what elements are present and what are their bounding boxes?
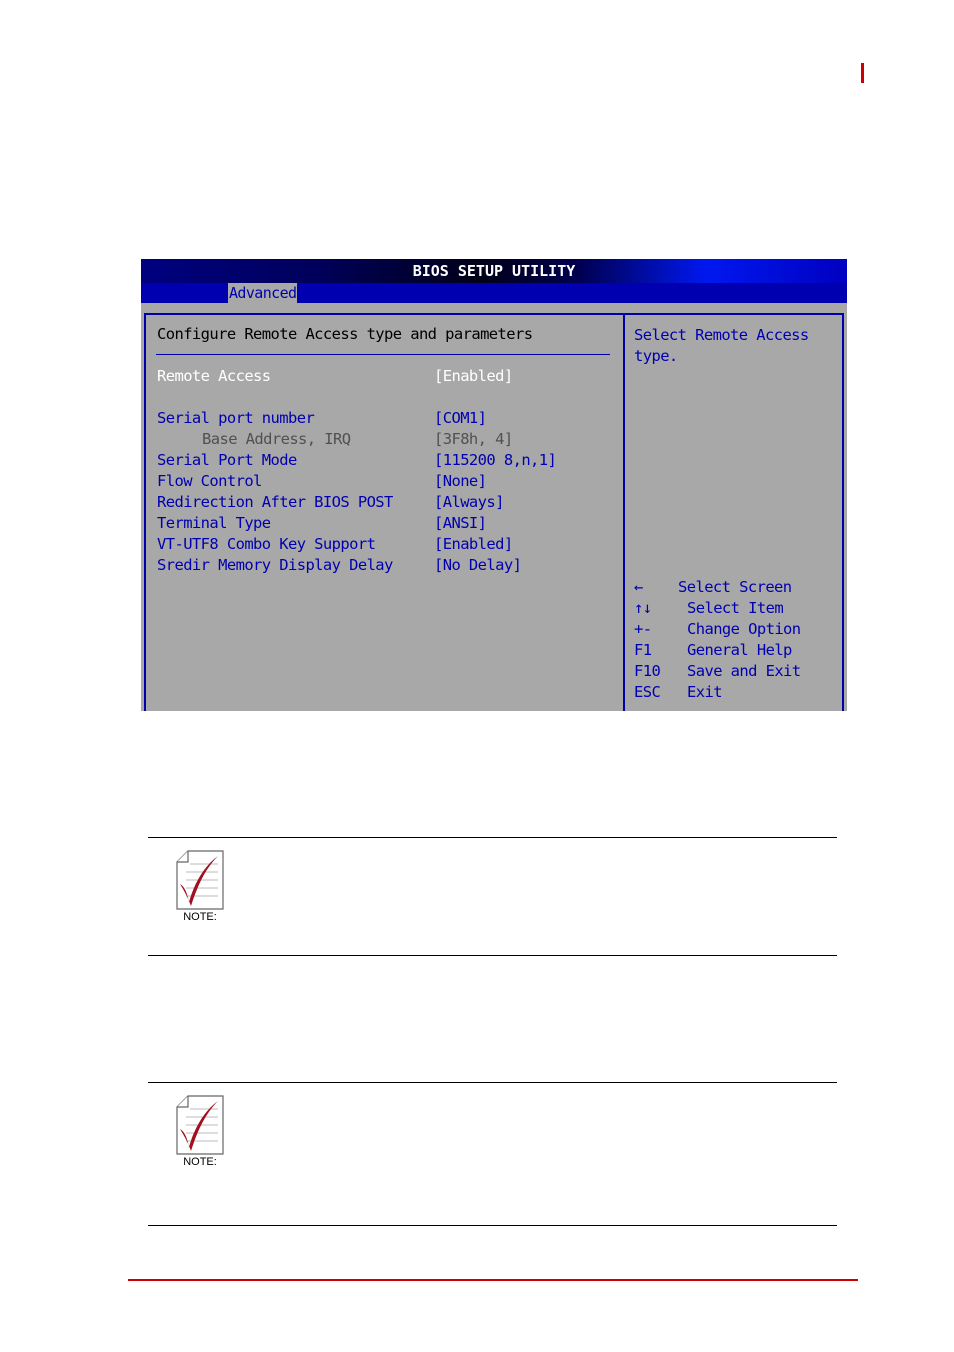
bios-menu-bar: Advanced (141, 283, 847, 303)
settings-panel: Configure Remote Access type and paramet… (144, 313, 625, 711)
key-legend-row: ↑↓ Select Item (634, 598, 784, 619)
key-description: Exit (687, 683, 723, 701)
f10-key: F10 (634, 662, 661, 680)
setting-terminal-type[interactable]: Terminal Type [ANSI] (157, 513, 487, 534)
f1-key: F1 (634, 641, 652, 659)
setting-value[interactable]: [COM1] (434, 408, 487, 429)
key-legend-row: ESC Exit (634, 682, 723, 703)
key-legend: ← Select Screen ↑↓ Select Item +- Change… (634, 577, 801, 703)
setting-label: Sredir Memory Display Delay (157, 556, 393, 574)
panel-heading: Configure Remote Access type and paramet… (157, 325, 533, 343)
key-legend-row: F10 Save and Exit (634, 661, 801, 682)
note-checkmark-icon (176, 850, 224, 910)
setting-sredir-memory-delay[interactable]: Sredir Memory Display Delay [No Delay] (157, 555, 522, 576)
key-legend-row: ← Select Screen (634, 577, 792, 598)
footer-divider (128, 1279, 858, 1281)
setting-label: Serial Port Mode (157, 451, 297, 469)
setting-label: Terminal Type (157, 514, 271, 532)
setting-value[interactable]: [Enabled] (434, 534, 513, 555)
tab-advanced[interactable]: Advanced (228, 283, 298, 303)
setting-serial-port-mode[interactable]: Serial Port Mode [115200 8,n,1] (157, 450, 557, 471)
setting-label: Remote Access (157, 367, 271, 385)
key-description: Select Item (687, 599, 784, 617)
setting-value[interactable]: [Enabled] (434, 366, 513, 387)
note-box: NOTE: (148, 837, 837, 956)
key-description: Change Option (687, 620, 801, 638)
setting-label: Serial port number (157, 409, 315, 427)
up-down-arrow-key-icon: ↑↓ (634, 599, 652, 617)
setting-value[interactable]: [Always] (434, 492, 504, 513)
plus-minus-key-icon: +- (634, 620, 652, 638)
note-label: NOTE: (183, 911, 217, 923)
key-description: Save and Exit (687, 662, 801, 680)
key-legend-row: +- Change Option (634, 619, 801, 640)
setting-vt-utf8-combo-key[interactable]: VT-UTF8 Combo Key Support [Enabled] (157, 534, 513, 555)
setting-label: Flow Control (157, 472, 262, 490)
setting-value[interactable]: [None] (434, 471, 487, 492)
esc-key: ESC (634, 683, 661, 701)
setting-remote-access[interactable]: Remote Access [Enabled] (157, 366, 513, 387)
note-checkmark-icon (176, 1095, 224, 1155)
note-box: NOTE: (148, 1082, 837, 1226)
help-panel: Select Remote Access type. ← Select Scre… (622, 313, 844, 711)
note-label: NOTE: (183, 1156, 217, 1168)
help-text: Select Remote Access type. (634, 326, 809, 365)
setting-value: [3F8h, 4] (434, 430, 513, 448)
heading-divider (156, 354, 610, 355)
setting-base-address-irq: Base Address, IRQ [3F8h, 4] (157, 429, 513, 450)
key-description: General Help (687, 641, 792, 659)
key-legend-row: F1 General Help (634, 640, 792, 661)
setting-serial-port-number[interactable]: Serial port number [COM1] (157, 408, 487, 429)
setting-label: VT-UTF8 Combo Key Support (157, 535, 376, 553)
left-arrow-key-icon: ← (634, 578, 643, 596)
setting-label: Base Address, IRQ (202, 430, 351, 448)
setting-label: Redirection After BIOS POST (157, 493, 393, 511)
setting-redirection-after-post[interactable]: Redirection After BIOS POST [Always] (157, 492, 504, 513)
key-description: Select Screen (678, 578, 792, 596)
setting-value[interactable]: [No Delay] (434, 555, 522, 576)
header-marker-bar (861, 63, 864, 83)
setting-value[interactable]: [115200 8,n,1] (434, 450, 557, 471)
setting-flow-control[interactable]: Flow Control [None] (157, 471, 487, 492)
bios-screenshot: BIOS SETUP UTILITY Advanced Configure Re… (141, 259, 847, 711)
setting-value[interactable]: [ANSI] (434, 513, 487, 534)
bios-title-bar: BIOS SETUP UTILITY (141, 259, 847, 283)
